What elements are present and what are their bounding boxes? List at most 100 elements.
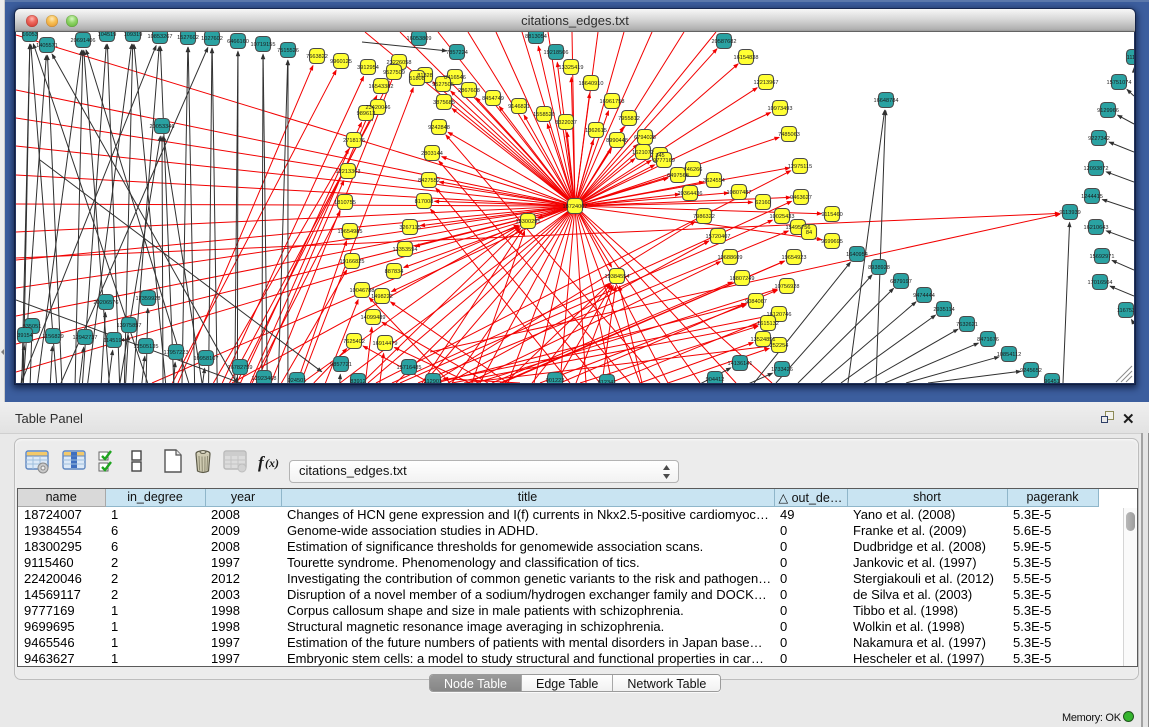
svg-text:16961758: 16961758 [600,99,625,105]
svg-text:2803144: 2803144 [421,151,443,157]
svg-text:9463627: 9463627 [790,195,812,201]
svg-text:924501: 924501 [288,378,307,383]
svg-text:1156829: 1156829 [42,334,63,340]
svg-text:8454749: 8454749 [482,96,504,102]
svg-text:16154838: 16154838 [734,55,759,61]
svg-text:20691406: 20691406 [71,38,96,44]
svg-text:3267115: 3267115 [399,225,420,231]
svg-text:9129966: 9129966 [1097,108,1119,114]
svg-text:12505135: 12505135 [134,344,159,350]
svg-text:18807249: 18807249 [730,276,755,282]
svg-text:1615132: 1615132 [757,321,779,327]
svg-text:7986322: 7986322 [693,214,715,220]
svg-text:20053346: 20053346 [150,124,175,130]
svg-text:9527505: 9527505 [432,82,454,88]
svg-text:8813054: 8813054 [525,34,547,40]
svg-text:19654923: 19654923 [782,255,807,261]
svg-text:9242848: 9242848 [428,125,450,131]
svg-text:812341: 812341 [598,380,617,383]
svg-text:16782759: 16782759 [228,365,253,371]
svg-text:12942737: 12942737 [73,335,98,341]
svg-text:9084067: 9084067 [745,299,767,305]
svg-text:112901: 112901 [424,379,442,383]
svg-text:39154: 39154 [17,333,33,339]
svg-text:51808: 51808 [409,76,425,82]
svg-text:109319: 109319 [124,32,143,38]
svg-text:835051: 835051 [23,324,42,330]
svg-text:1527602: 1527602 [177,35,199,41]
svg-text:1621072: 1621072 [632,150,654,156]
svg-text:817008: 817008 [415,199,434,205]
svg-text:252254: 252254 [770,343,789,349]
svg-text:13353594: 13353594 [393,247,418,253]
svg-text:901223: 901223 [546,378,565,383]
svg-text:10973493: 10973493 [768,106,793,112]
svg-text:12213363: 12213363 [336,169,361,175]
svg-text:9474444: 9474444 [913,293,935,299]
svg-text:16648784: 16648784 [874,98,899,104]
svg-text:10807487: 10807487 [727,190,752,196]
svg-text:10025433: 10025433 [770,214,795,220]
svg-text:8427552: 8427552 [418,178,440,184]
svg-text:887834: 887834 [385,269,404,275]
svg-text:96451: 96451 [1044,379,1060,383]
svg-text:989613: 989613 [357,111,376,117]
svg-text:3912954: 3912954 [357,65,379,71]
svg-text:20364436: 20364436 [678,191,703,197]
svg-text:904412: 904412 [706,377,725,383]
svg-text:10719155: 10719155 [251,42,276,48]
svg-text:16914479: 16914479 [373,341,398,347]
svg-text:23226058: 23226058 [387,60,412,66]
svg-text:3875685: 3875685 [433,100,455,106]
svg-text:2867608: 2867608 [458,88,480,94]
svg-text:9113939: 9113939 [1059,210,1080,216]
svg-text:1498222: 1498222 [371,294,393,300]
svg-text:9777169: 9777169 [653,158,675,164]
svg-text:9960125: 9960125 [330,59,352,65]
svg-text:18300295: 18300295 [516,219,541,225]
svg-text:14136141: 14136141 [728,361,753,367]
svg-text:1362615: 1362615 [585,128,607,134]
svg-text:116753: 116753 [1117,308,1134,314]
svg-text:1733426: 1733426 [771,367,793,373]
svg-text:1027602: 1027602 [201,36,223,42]
svg-text:9857721: 9857721 [330,362,352,368]
svg-text:8322037: 8322037 [555,120,577,126]
svg-text:16120746: 16120746 [767,312,792,318]
svg-text:15716485: 15716485 [397,365,422,371]
svg-text:7857224: 7857224 [446,50,468,56]
svg-text:18724007: 18724007 [563,204,588,210]
svg-text:13975857: 13975857 [117,323,142,329]
svg-text:8471676: 8471676 [977,337,999,343]
svg-text:9227342: 9227342 [1088,136,1110,142]
svg-text:9527509: 9527509 [383,70,405,76]
svg-text:(x): (x) [265,456,279,470]
svg-text:6879197: 6879197 [890,279,912,285]
svg-text:10756928: 10756928 [775,284,800,290]
svg-text:1810755: 1810755 [334,200,356,206]
svg-text:3624554: 3624554 [703,178,725,184]
svg-text:14099489: 14099489 [361,315,386,321]
svg-text:6466160: 6466160 [227,39,249,45]
svg-text:10853267: 10853267 [148,34,173,40]
svg-text:8938928: 8938928 [868,265,890,271]
svg-text:17359928: 17359928 [136,296,161,302]
svg-text:10688609: 10688609 [718,255,743,261]
svg-text:83912: 83912 [350,379,366,383]
svg-text:7485063: 7485063 [778,132,800,138]
svg-text:8416546: 8416546 [444,75,466,81]
svg-text:19166825: 19166825 [340,259,365,265]
svg-text:2718176: 2718176 [343,138,365,144]
svg-text:18640910: 18640910 [579,81,604,87]
svg-text:12093872: 12093872 [1084,166,1109,172]
svg-text:84: 84 [806,230,812,236]
svg-text:1640954: 1640954 [846,252,868,258]
svg-text:7632621: 7632621 [956,322,978,328]
svg-text:6794028: 6794028 [634,135,656,141]
svg-text:20587682: 20587682 [712,39,737,45]
svg-text:15720407: 15720407 [706,234,731,240]
svg-text:15751074: 15751074 [1107,80,1132,86]
svg-text:15692971: 15692971 [1090,254,1115,260]
svg-text:17016504: 17016504 [1088,280,1113,286]
svg-text:16543382: 16543382 [369,84,394,90]
